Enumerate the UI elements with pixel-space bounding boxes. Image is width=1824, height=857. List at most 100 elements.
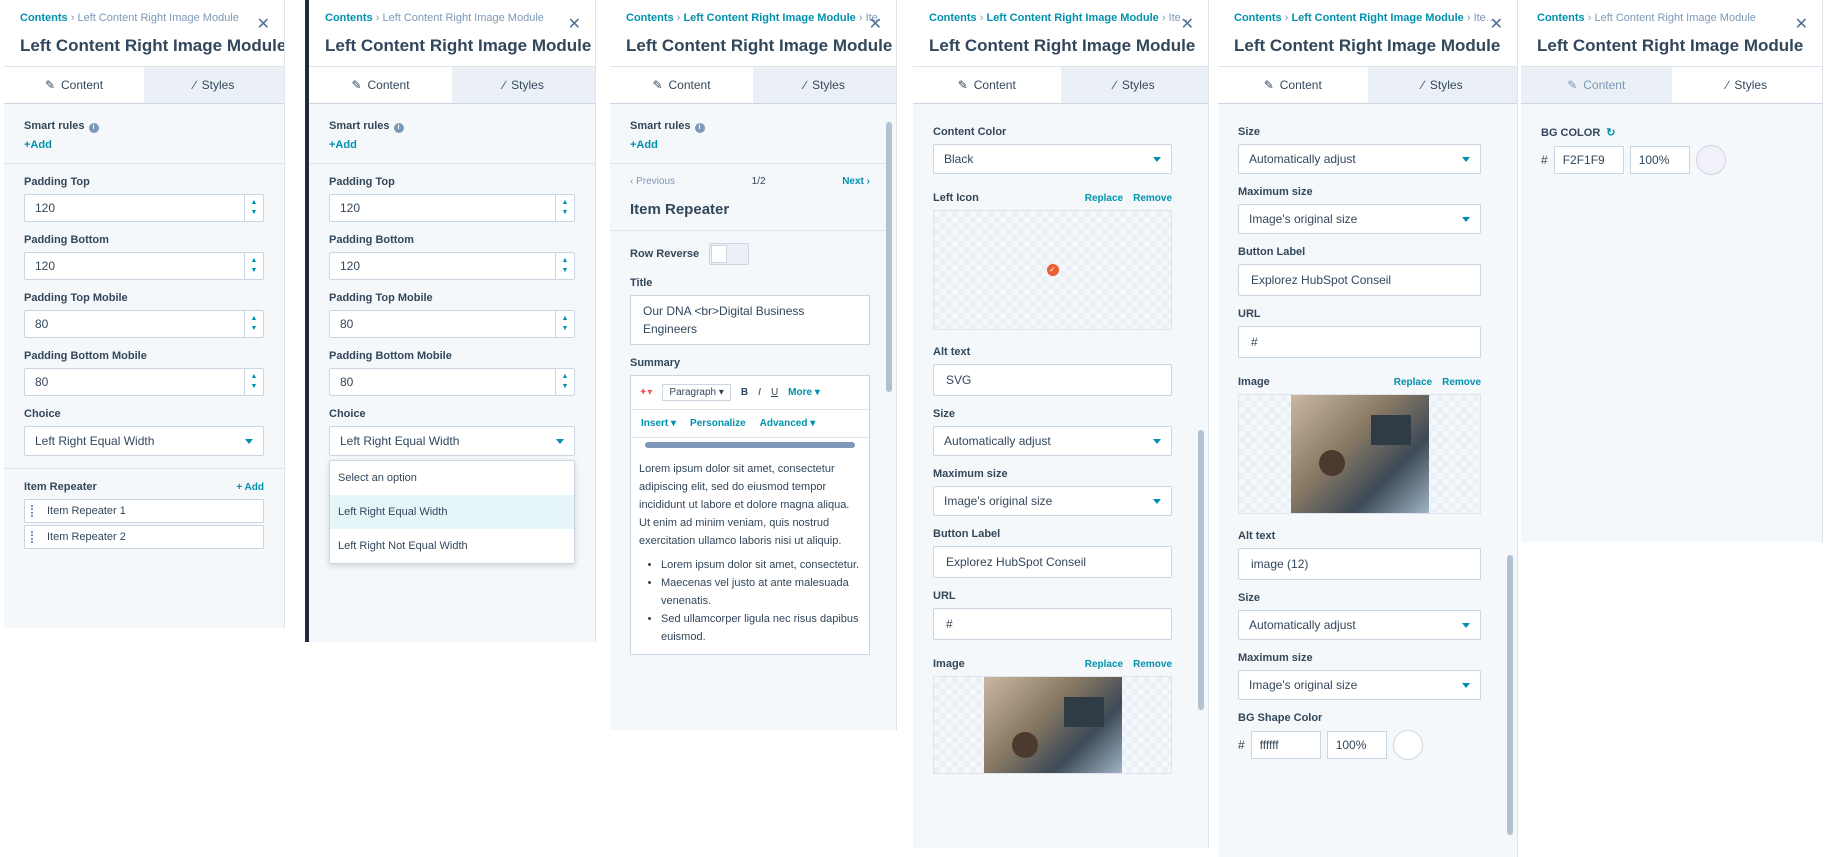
content-color-select[interactable]: Black bbox=[933, 144, 1172, 174]
tab-content[interactable]: ✎ Content bbox=[1218, 67, 1368, 103]
stepper-icon[interactable]: ▲ ▼ bbox=[244, 253, 263, 279]
max-size-select-2[interactable]: Image's original size bbox=[1238, 670, 1481, 700]
size-select[interactable]: Automatically adjust bbox=[933, 426, 1172, 456]
url-input[interactable]: # bbox=[933, 608, 1172, 640]
tab-styles[interactable]: ∕ Styles bbox=[452, 67, 595, 103]
choice-select[interactable]: Left Right Equal Width bbox=[329, 426, 575, 456]
breadcrumb-contents-link[interactable]: Contents bbox=[626, 12, 674, 24]
close-icon[interactable]: ✕ bbox=[869, 14, 882, 34]
remove-link[interactable]: Remove bbox=[1133, 193, 1172, 204]
padding-bottom-mobile-input[interactable]: 80 ▲ ▼ bbox=[329, 368, 575, 396]
max-size-select[interactable]: Image's original size bbox=[933, 486, 1172, 516]
color-swatch[interactable] bbox=[1695, 145, 1726, 175]
row-reverse-toggle[interactable] bbox=[709, 243, 750, 265]
bg-shape-opacity-input[interactable]: 100% bbox=[1326, 731, 1387, 759]
bold-button[interactable]: B bbox=[741, 387, 748, 398]
title-input[interactable]: Our DNA <br>Digital Business Engineers bbox=[630, 295, 870, 345]
tab-styles[interactable]: ∕ Styles bbox=[1061, 67, 1209, 103]
list-item[interactable]: Item Repeater 2 bbox=[24, 525, 264, 549]
editor-content[interactable]: Lorem ipsum dolor sit amet, consectetur … bbox=[631, 452, 869, 654]
max-size-select[interactable]: Image's original size bbox=[1238, 204, 1481, 234]
breadcrumb-module-link[interactable]: Left Content Right Image Module bbox=[1291, 12, 1463, 24]
breadcrumb-contents-link[interactable]: Contents bbox=[1234, 12, 1282, 24]
dropdown-option[interactable]: Left Right Not Equal Width bbox=[330, 529, 574, 563]
close-icon[interactable]: ✕ bbox=[1181, 14, 1194, 34]
scrollbar[interactable] bbox=[1507, 555, 1513, 835]
breadcrumb-contents-link[interactable]: Contents bbox=[929, 12, 977, 24]
close-icon[interactable]: ✕ bbox=[1490, 14, 1503, 34]
add-repeater-item-link[interactable]: + Add bbox=[236, 482, 264, 493]
tab-content[interactable]: ✎ Content bbox=[4, 67, 144, 103]
more-button[interactable]: More ▾ bbox=[788, 387, 820, 398]
tab-content[interactable]: ✎ Content bbox=[610, 67, 753, 103]
button-label-input[interactable]: Explorez HubSpot Conseil bbox=[1238, 264, 1481, 296]
alt-text-input[interactable]: SVG bbox=[933, 364, 1172, 396]
stepper-icon[interactable]: ▲ ▼ bbox=[244, 311, 263, 337]
paragraph-select[interactable]: Paragraph ▾ bbox=[662, 384, 731, 401]
next-button[interactable]: Next › bbox=[842, 176, 870, 187]
padding-bottom-input[interactable]: 120 ▲ ▼ bbox=[24, 252, 264, 280]
padding-top-input[interactable]: 120 ▲ ▼ bbox=[24, 194, 264, 222]
tab-content[interactable]: ✎ Content bbox=[309, 67, 452, 103]
add-smart-rule-link[interactable]: +Add bbox=[630, 139, 870, 151]
bg-color-opacity-input[interactable]: 100% bbox=[1629, 146, 1690, 174]
button-label-input[interactable]: Explorez HubSpot Conseil bbox=[933, 546, 1172, 578]
image-preview[interactable] bbox=[1238, 394, 1481, 514]
size-select[interactable]: Automatically adjust bbox=[1238, 144, 1481, 174]
underline-button[interactable]: U bbox=[771, 387, 778, 398]
stepper-icon[interactable]: ▲ ▼ bbox=[555, 311, 574, 337]
personalize-menu[interactable]: Personalize bbox=[690, 418, 746, 429]
add-smart-rule-link[interactable]: +Add bbox=[24, 139, 264, 151]
bg-color-hex-input[interactable]: F2F1F9 bbox=[1553, 146, 1624, 174]
url-input[interactable]: # bbox=[1238, 326, 1481, 358]
remove-link[interactable]: Remove bbox=[1133, 659, 1172, 670]
breadcrumb-contents-link[interactable]: Contents bbox=[1537, 12, 1585, 24]
tab-content[interactable]: ✎ Content bbox=[1521, 67, 1672, 103]
breadcrumb-contents-link[interactable]: Contents bbox=[20, 12, 68, 24]
info-icon[interactable]: i bbox=[88, 123, 99, 133]
alt-text-input[interactable]: image (12) bbox=[1238, 548, 1481, 580]
bg-shape-hex-input[interactable]: ffffff bbox=[1250, 731, 1321, 759]
dropdown-option[interactable]: Select an option bbox=[330, 461, 574, 495]
tab-styles[interactable]: ∕ Styles bbox=[753, 67, 896, 103]
choice-select[interactable]: Left Right Equal Width bbox=[24, 426, 264, 456]
left-icon-preview[interactable]: ✓ bbox=[933, 210, 1172, 330]
close-icon[interactable]: ✕ bbox=[1795, 14, 1808, 34]
info-icon[interactable]: i bbox=[694, 123, 705, 133]
scrollbar[interactable] bbox=[1198, 430, 1204, 710]
info-icon[interactable]: i bbox=[393, 123, 404, 133]
previous-button[interactable]: ‹ Previous bbox=[630, 176, 675, 187]
breadcrumb-module-link[interactable]: Left Content Right Image Module bbox=[683, 12, 855, 24]
add-smart-rule-link[interactable]: +Add bbox=[329, 139, 575, 151]
tab-styles[interactable]: ∕ Styles bbox=[1671, 67, 1822, 103]
padding-top-input[interactable]: 120 ▲ ▼ bbox=[329, 194, 575, 222]
remove-link[interactable]: Remove bbox=[1442, 377, 1481, 388]
stepper-icon[interactable]: ▲ ▼ bbox=[555, 195, 574, 221]
padding-bottom-input[interactable]: 120 ▲ ▼ bbox=[329, 252, 575, 280]
drag-handle-icon[interactable] bbox=[31, 531, 37, 543]
list-item[interactable]: Item Repeater 1 bbox=[24, 499, 264, 523]
close-icon[interactable]: ✕ bbox=[257, 14, 270, 34]
tab-styles[interactable]: ∕ Styles bbox=[1368, 67, 1518, 103]
drag-handle-icon[interactable] bbox=[31, 505, 37, 517]
reset-icon[interactable]: ↻ bbox=[1606, 126, 1615, 139]
sparkle-icon[interactable]: ✦▾ bbox=[639, 387, 652, 398]
stepper-icon[interactable]: ▲ ▼ bbox=[244, 369, 263, 395]
editor-scrollbar[interactable] bbox=[645, 442, 855, 448]
close-icon[interactable]: ✕ bbox=[568, 14, 581, 34]
stepper-icon[interactable]: ▲ ▼ bbox=[555, 253, 574, 279]
tab-content[interactable]: ✎ Content bbox=[913, 67, 1061, 103]
rich-text-editor[interactable]: ✦▾ Paragraph ▾ B I U More ▾ Insert ▾ Per… bbox=[630, 375, 870, 655]
breadcrumb-contents-link[interactable]: Contents bbox=[325, 12, 373, 24]
size-select-2[interactable]: Automatically adjust bbox=[1238, 610, 1481, 640]
replace-link[interactable]: Replace bbox=[1394, 377, 1432, 388]
stepper-icon[interactable]: ▲ ▼ bbox=[244, 195, 263, 221]
color-swatch[interactable] bbox=[1392, 730, 1423, 760]
tab-styles[interactable]: ∕ Styles bbox=[144, 67, 284, 103]
image-preview[interactable] bbox=[933, 676, 1172, 774]
scrollbar[interactable] bbox=[886, 122, 892, 392]
padding-top-mobile-input[interactable]: 80 ▲ ▼ bbox=[24, 310, 264, 338]
replace-link[interactable]: Replace bbox=[1085, 193, 1123, 204]
stepper-icon[interactable]: ▲ ▼ bbox=[555, 369, 574, 395]
insert-menu[interactable]: Insert ▾ bbox=[641, 418, 676, 429]
